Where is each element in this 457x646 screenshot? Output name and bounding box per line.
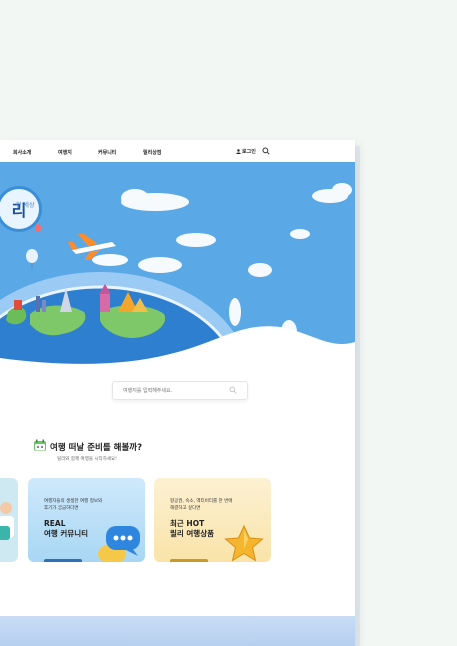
next-section-band [0, 616, 355, 646]
card-tab [44, 559, 82, 562]
search-icon[interactable] [229, 386, 237, 394]
calendar-character-icon [34, 439, 46, 451]
nav-item-about[interactable]: 회사소개 [13, 149, 31, 156]
star-icon [224, 524, 264, 562]
card-community-desc: 여행자들의 생생한 여행 정보와 후기가 궁금하다면 [44, 499, 103, 511]
user-icon [236, 149, 241, 154]
nav-item-shop[interactable]: 릴리상점 [143, 149, 161, 156]
card-partial[interactable] [0, 478, 18, 562]
card-community[interactable]: 여행자들의 생생한 여행 정보와 후기가 궁금하다면 REAL 여행 커뮤니티 [28, 478, 145, 562]
card-tab [170, 559, 208, 562]
hero-illustration [0, 183, 355, 372]
destination-search [112, 381, 248, 400]
search-icon[interactable] [262, 147, 270, 155]
destination-search-input[interactable] [121, 385, 225, 397]
page-shadow [355, 146, 360, 646]
card-community-title: REAL 여행 커뮤니티 [44, 519, 89, 538]
section-title: 여행 떠날 준비를 해볼까? [50, 443, 143, 453]
hero-banner: 리 한 세상 [0, 162, 355, 372]
nav-item-destinations[interactable]: 여행지 [58, 149, 72, 156]
speech-bubble-icon [98, 526, 140, 562]
top-nav: 회사소개 여행지 커뮤니티 릴리상점 로그인 [0, 140, 355, 163]
login-label: 로그인 [242, 149, 256, 155]
section-subtitle: 릴리와 함께 여행을 시작하세요! [57, 457, 117, 462]
web-page: 회사소개 여행지 커뮤니티 릴리상점 로그인 리 한 세상 여행지를 입력해주세… [0, 140, 355, 646]
nav-item-community[interactable]: 커뮤니티 [98, 149, 116, 156]
card-hot-products-title: 최근 HOT 릴리 여행상품 [170, 519, 215, 538]
login-link[interactable]: 로그인 [236, 148, 256, 155]
traveler-illustration [0, 502, 14, 540]
hero-subtitle: 한 세상 [16, 202, 35, 209]
card-hot-products[interactable]: 항공권, 숙소, 액티비티를 한 번에 해결하고 싶다면 최근 HOT 릴리 여… [154, 478, 271, 562]
card-hot-products-desc: 항공권, 숙소, 액티비티를 한 번에 해결하고 싶다면 [170, 499, 233, 511]
